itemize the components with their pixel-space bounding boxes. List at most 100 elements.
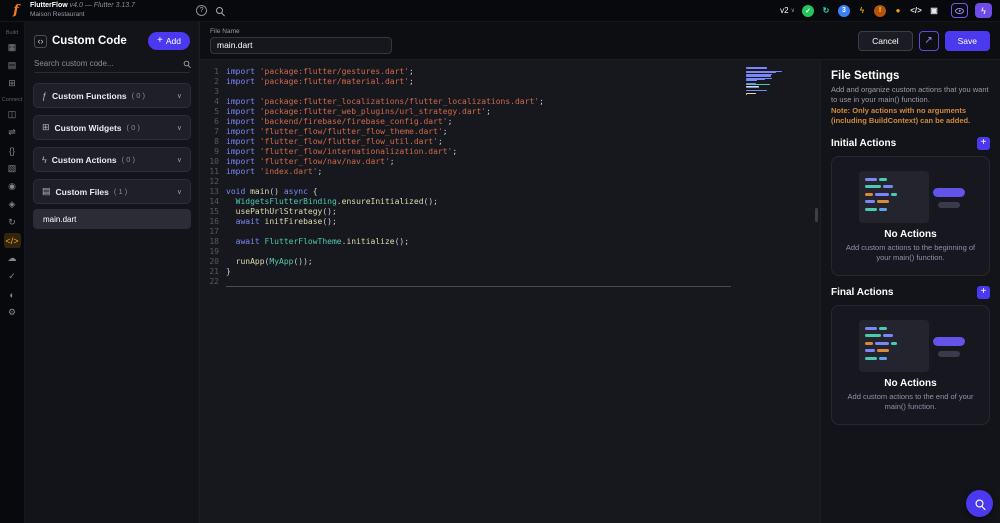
file-icon: ▤ bbox=[42, 186, 51, 196]
minimap[interactable] bbox=[746, 67, 804, 97]
warning-icon[interactable]: ! bbox=[874, 4, 886, 17]
automations-icon[interactable]: ↻ bbox=[4, 215, 21, 230]
main-area: File Name Cancel ↗ Save 1234567891011121… bbox=[200, 22, 1000, 523]
magnifier-icon bbox=[975, 499, 984, 508]
section-label: Custom Widgets bbox=[54, 122, 122, 133]
final-actions-header: Final Actions + bbox=[831, 285, 990, 299]
success-check-icon[interactable]: ✓ bbox=[802, 4, 814, 17]
save-button[interactable]: Save bbox=[944, 30, 990, 51]
media-assets-icon[interactable]: ▧ bbox=[4, 161, 21, 176]
section-count: ( 1 ) bbox=[113, 187, 128, 196]
help-icon[interactable]: ? bbox=[196, 5, 208, 16]
flutterflow-app: f FlutterFlow v4.0 — Flutter 3.13.7 Mais… bbox=[0, 0, 1000, 523]
developer-code-icon[interactable]: </> bbox=[910, 5, 922, 17]
flutterflow-logo-icon[interactable]: f bbox=[8, 3, 24, 19]
search-icon[interactable] bbox=[216, 7, 224, 14]
tests-icon[interactable]: ✓ bbox=[4, 269, 21, 284]
custom-code-icon: ‹› bbox=[34, 34, 47, 48]
app-version: v4.0 — Flutter 3.13.7 bbox=[69, 2, 136, 10]
code-illustration bbox=[855, 170, 967, 223]
no-actions-title: No Actions bbox=[884, 228, 937, 240]
code-editor[interactable]: 1 2 3 4 5 6 7 8 9 10 11 12 13 14 15 16 17 18 19 20 21 22 impo… bbox=[200, 60, 820, 523]
preview-eye-button[interactable] bbox=[951, 3, 968, 18]
storyboard-icon[interactable]: ▦ bbox=[4, 40, 21, 55]
cloud-functions-icon[interactable]: ☁ bbox=[4, 251, 21, 266]
lightning-icon: ϟ bbox=[981, 5, 986, 16]
section-custom-widgets[interactable]: ⊞ Custom Widgets ( 0 ) ∨ bbox=[33, 115, 191, 140]
add-button[interactable]: + Add bbox=[148, 32, 190, 50]
no-actions-title: No Actions bbox=[884, 377, 937, 389]
search-custom-code-input[interactable]: Search custom code... bbox=[34, 59, 190, 73]
function-icon: ƒ bbox=[42, 90, 48, 101]
settings-note: Note: Only actions with no arguments (in… bbox=[831, 106, 971, 126]
chevron-down-icon: ∨ bbox=[790, 8, 795, 14]
test-run-button[interactable]: ϟ bbox=[975, 3, 992, 18]
icon-rail: Build ▦ ▤ ⊞ Connect ◫ ⇌ {} ▧ ◉ ◈ ↻ </> ☁ ✓ ◐ ⚙ bbox=[0, 22, 25, 523]
file-settings-panel: File Settings Add and organize custom ac… bbox=[820, 60, 1000, 523]
settings-description: Add and organize custom actions that you… bbox=[831, 85, 989, 105]
add-initial-action-button[interactable]: + bbox=[977, 136, 990, 150]
api-calls-icon[interactable]: ⇌ bbox=[4, 125, 21, 140]
initial-actions-title: Initial Actions bbox=[831, 137, 897, 149]
external-link-icon: ↗ bbox=[924, 35, 933, 46]
section-count: ( 0 ) bbox=[121, 155, 135, 164]
section-count: ( 0 ) bbox=[126, 123, 140, 132]
file-name-block: File Name bbox=[210, 28, 392, 54]
terminal-icon[interactable]: ▣ bbox=[928, 5, 940, 17]
version-dropdown[interactable]: v2 ∨ bbox=[780, 6, 795, 15]
components-icon[interactable]: ⊞ bbox=[4, 76, 21, 91]
account-icon[interactable]: ● bbox=[892, 5, 904, 17]
project-info: FlutterFlow v4.0 — Flutter 3.13.7 Maison… bbox=[30, 2, 135, 19]
app-state-icon[interactable]: ◈ bbox=[4, 197, 21, 212]
database-icon[interactable]: ◫ bbox=[4, 107, 21, 122]
panel-title: Custom Code bbox=[52, 35, 127, 47]
search-icon bbox=[183, 60, 190, 67]
action-lightning-icon: ϟ bbox=[42, 154, 47, 165]
custom-code-panel: ‹› Custom Code + Add Search custom code.… bbox=[25, 22, 200, 523]
no-actions-text: Add custom actions to the beginning of y… bbox=[845, 242, 976, 262]
add-button-label: Add bbox=[165, 36, 181, 46]
code-illustration bbox=[855, 319, 967, 372]
eye-icon bbox=[955, 7, 964, 14]
topbar-tools: ? bbox=[196, 5, 224, 16]
section-custom-files[interactable]: ▤ Custom Files ( 1 ) ∨ bbox=[33, 179, 191, 204]
theme-icon[interactable]: ◐ bbox=[4, 287, 21, 302]
open-external-button[interactable]: ↗ bbox=[918, 30, 939, 51]
section-custom-actions[interactable]: ϟ Custom Actions ( 0 ) ∨ bbox=[33, 147, 191, 172]
editor-scrollbar[interactable] bbox=[815, 208, 818, 222]
auth-icon[interactable]: ◉ bbox=[4, 179, 21, 194]
topbar: f FlutterFlow v4.0 — Flutter 3.13.7 Mais… bbox=[0, 0, 1000, 22]
upgrade-lightning-icon[interactable]: ϟ bbox=[856, 5, 868, 17]
header-actions: Cancel ↗ Save bbox=[858, 30, 990, 51]
initial-actions-card: No Actions Add custom actions to the beg… bbox=[831, 155, 990, 276]
chevron-down-icon: ∨ bbox=[176, 124, 182, 132]
panel-header: ‹› Custom Code + Add bbox=[25, 22, 199, 56]
sync-history-icon[interactable]: ↻ bbox=[820, 5, 832, 17]
pages-icon[interactable]: ▤ bbox=[4, 58, 21, 73]
version-label: v2 bbox=[780, 6, 789, 15]
cancel-button[interactable]: Cancel bbox=[858, 30, 913, 51]
custom-code-icon[interactable]: </> bbox=[3, 233, 21, 248]
chevron-down-icon: ∨ bbox=[176, 188, 182, 196]
file-name-input[interactable] bbox=[210, 36, 392, 54]
notification-count-badge[interactable]: 3 bbox=[838, 4, 850, 17]
zoom-fab-button[interactable] bbox=[966, 490, 993, 517]
file-item-main-dart[interactable]: main.dart bbox=[33, 209, 191, 229]
chevron-down-icon: ∨ bbox=[176, 92, 182, 100]
chevron-down-icon: ∨ bbox=[176, 156, 182, 164]
add-final-action-button[interactable]: + bbox=[977, 285, 990, 299]
search-placeholder: Search custom code... bbox=[34, 59, 114, 68]
topbar-right: v2 ∨ ✓ ↻ 3 ϟ! ● </> ▣ ϟ bbox=[780, 3, 992, 18]
final-actions-title: Final Actions bbox=[831, 286, 894, 298]
initial-actions-header: Initial Actions + bbox=[831, 136, 990, 150]
settings-gear-icon[interactable]: ⚙ bbox=[4, 305, 21, 320]
data-types-icon[interactable]: {} bbox=[4, 143, 21, 158]
plus-icon: + bbox=[157, 35, 163, 46]
no-actions-text: Add custom actions to the end of your ma… bbox=[847, 391, 974, 411]
editor-header: File Name Cancel ↗ Save bbox=[200, 22, 1000, 60]
section-custom-functions[interactable]: ƒ Custom Functions ( 0 ) ∨ bbox=[33, 83, 191, 108]
section-label: Custom Functions bbox=[52, 90, 127, 101]
rail-section-label: Build bbox=[5, 30, 19, 36]
section-list: ƒ Custom Functions ( 0 ) ∨ ⊞ Custom Widg… bbox=[25, 79, 199, 233]
section-count: ( 0 ) bbox=[131, 91, 145, 100]
